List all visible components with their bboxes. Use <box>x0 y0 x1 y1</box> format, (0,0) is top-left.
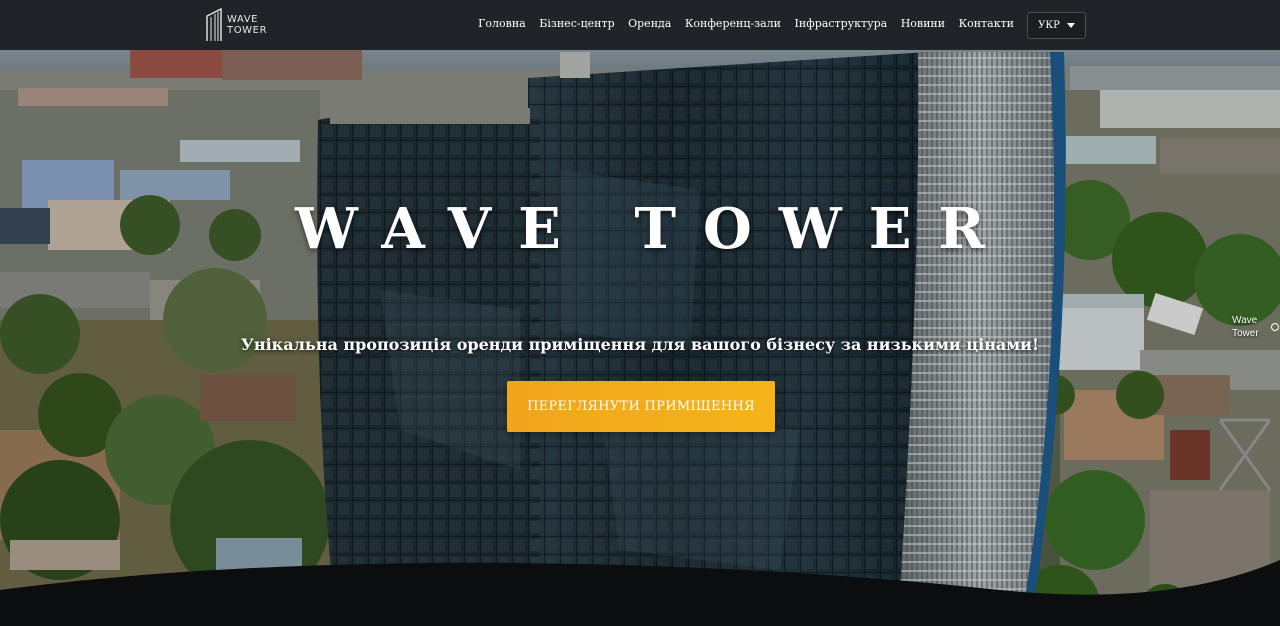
language-label: УКР <box>1038 20 1060 31</box>
logo[interactable]: WAVE TOWER <box>206 8 267 42</box>
hero-section: WAVE TOWER Унікальна пропозиція оренди п… <box>0 50 1280 626</box>
slide-caption: Wave Tower <box>1232 315 1259 339</box>
nav-home[interactable]: Головна <box>478 17 526 30</box>
nav-business-center[interactable]: Бізнес-центр <box>539 17 614 30</box>
chevron-down-icon <box>1066 23 1075 28</box>
nav-rent[interactable]: Оренда <box>628 17 671 30</box>
site-header: WAVE TOWER Головна Бізнес-центр Оренда К… <box>0 0 1280 50</box>
nav-conference-halls[interactable]: Конференц-зали <box>685 17 781 30</box>
logo-line-1: WAVE <box>227 14 259 25</box>
main-nav: Головна Бізнес-центр Оренда Конференц-за… <box>478 17 1014 30</box>
view-premises-button[interactable]: ПЕРЕГЛЯНУТИ ПРИМІЩЕННЯ <box>507 381 775 432</box>
language-select[interactable]: УКР <box>1027 12 1086 39</box>
slide-indicator-dot[interactable] <box>1271 323 1279 331</box>
nav-news[interactable]: Новини <box>901 17 945 30</box>
hero-subtitle: Унікальна пропозиція оренди приміщення д… <box>240 335 1040 354</box>
nav-contacts[interactable]: Контакти <box>959 17 1014 30</box>
nav-infrastructure[interactable]: Інфраструктура <box>795 17 888 30</box>
hero-title: WAVE TOWER <box>295 196 1012 262</box>
logo-line-2: TOWER <box>227 25 268 36</box>
tower-logo-icon <box>206 8 222 41</box>
logo-text: WAVE TOWER <box>227 14 267 36</box>
